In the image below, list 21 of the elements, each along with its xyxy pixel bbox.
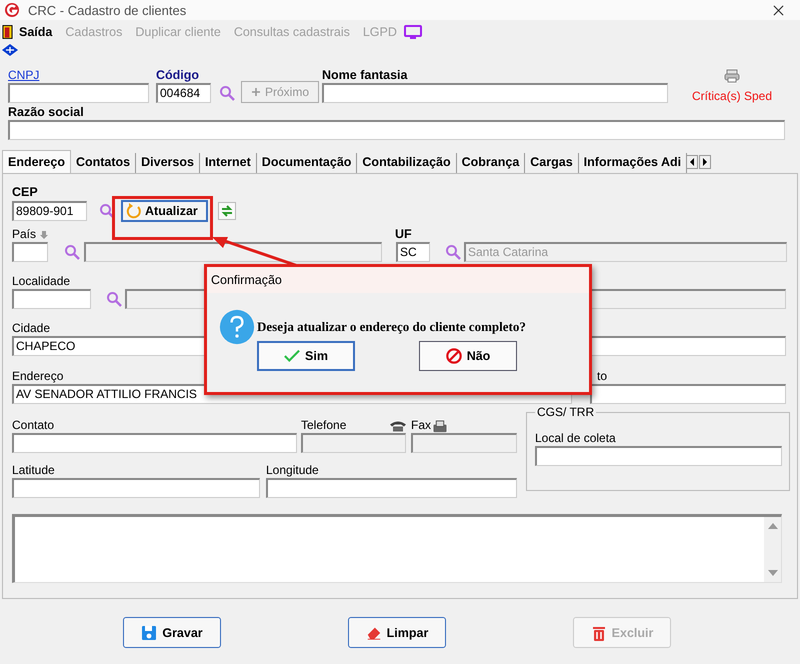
endereco-label: Endereço bbox=[12, 369, 64, 384]
window-title: CRC - Cadastro de clientes bbox=[28, 2, 188, 18]
field-label: to bbox=[597, 369, 608, 384]
local-coleta-label: Local de coleta bbox=[535, 431, 616, 446]
telefone-label: Telefone bbox=[301, 418, 348, 433]
uf-label: UF bbox=[395, 227, 412, 242]
group-title: CGS/ TRR bbox=[535, 405, 596, 419]
fax-label: Fax bbox=[411, 418, 432, 433]
pais-label: País bbox=[12, 227, 395, 242]
dialog-title: Confirmação bbox=[207, 267, 589, 293]
nome-fantasia-label: Nome fantasia bbox=[322, 68, 408, 83]
cidade-label: Cidade bbox=[12, 321, 50, 336]
razao-social-label: Razão social bbox=[8, 105, 84, 120]
dialog-message: Deseja atualizar o endereço do cliente completo? bbox=[257, 319, 526, 335]
localidade-label: Localidade bbox=[12, 274, 70, 289]
longitude-label: Longitude bbox=[266, 463, 319, 478]
state-field: Santa Catarina bbox=[464, 242, 787, 262]
cep-label: CEP bbox=[12, 185, 38, 200]
contato-label: Contato bbox=[12, 418, 56, 433]
latitude-label: Latitude bbox=[12, 463, 56, 478]
codigo-label: Código bbox=[156, 68, 200, 83]
